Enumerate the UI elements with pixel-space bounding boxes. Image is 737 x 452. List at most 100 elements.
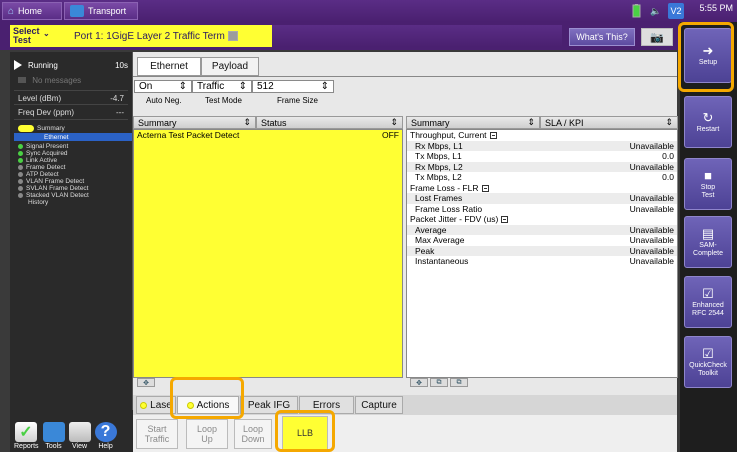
select-arrows-icon: ⇕ xyxy=(665,117,673,127)
expand-icon[interactable]: ✥ xyxy=(410,378,428,387)
running-status[interactable]: Running 10s xyxy=(14,58,128,72)
select-arrows-icon: ⇕ xyxy=(243,117,251,127)
table-row: Lost Frames Unavailable xyxy=(407,193,677,204)
vnc-icon[interactable]: V2 xyxy=(668,3,684,19)
tree-item-summary[interactable]: Summary xyxy=(14,124,132,132)
tree-ethernet-label: Ethernet xyxy=(44,133,69,141)
row-key: Peak xyxy=(415,245,435,256)
group-header[interactable]: Packet Jitter - FDV (us) xyxy=(407,214,677,225)
enhanced-rfc-button[interactable]: ☑ Enhanced RFC 2544 xyxy=(684,276,732,328)
tree-item[interactable]: Frame Detect xyxy=(14,164,132,171)
camera-button[interactable]: 📷 xyxy=(641,28,673,46)
row-key: Frame Loss Ratio xyxy=(415,203,483,214)
row-key: Rx Mbps, L2 xyxy=(415,161,463,172)
frame-size-label: Frame Size xyxy=(277,96,318,105)
tree-item[interactable]: Signal Present xyxy=(14,143,132,150)
tools-label: Tools xyxy=(45,443,62,450)
stop-test-button[interactable]: ■ Stop Test xyxy=(684,158,732,210)
left-summary-select[interactable]: Summary ⇕ xyxy=(133,116,256,129)
row-value: Unavailable xyxy=(629,161,674,172)
group-title: Packet Jitter - FDV (us) xyxy=(410,214,499,224)
tree-item-label: SVLAN Frame Detect xyxy=(26,185,89,192)
rfc-icon: ☑ xyxy=(702,285,714,301)
reports-button[interactable]: ✓ Reports xyxy=(14,422,39,450)
tab-ethernet[interactable]: Ethernet xyxy=(137,57,201,76)
row-value: Unavailable xyxy=(629,140,674,151)
right-sla-select[interactable]: SLA / KPI ⇕ xyxy=(540,116,678,129)
select-test-button[interactable]: Select Test ⌄ xyxy=(10,25,70,47)
vnc-label: V2 xyxy=(670,6,682,16)
frame-size-select[interactable]: 512 ⇕ xyxy=(252,80,334,93)
tree-item[interactable]: VLAN Frame Detect xyxy=(14,178,132,185)
help-button[interactable]: ? Help xyxy=(94,422,117,450)
led-icon xyxy=(18,151,23,156)
row-value: Unavailable xyxy=(629,235,674,245)
loop-down-button[interactable]: Loop Down xyxy=(234,419,272,449)
frame-size-value: 512 xyxy=(257,81,274,92)
home-button[interactable]: ⌂ Home xyxy=(2,2,62,20)
tree-item[interactable]: ATP Detect xyxy=(14,171,132,178)
sam-complete-button[interactable]: ▤ SAM- Complete xyxy=(684,216,732,268)
right-summary-select[interactable]: Summary ⇕ xyxy=(406,116,540,129)
speaker-icon[interactable]: 🔈 xyxy=(648,3,664,19)
whats-this-button[interactable]: What's This? xyxy=(569,28,635,46)
left-summary-label: Summary xyxy=(138,117,177,128)
tree-item-history[interactable]: History xyxy=(14,199,132,206)
select-arrows-icon: ⇕ xyxy=(320,81,329,92)
left-status-select[interactable]: Status ⇕ xyxy=(256,116,403,129)
group-title: Throughput, Current xyxy=(410,130,487,140)
port-title-tab[interactable]: Port 1: 1GigE Layer 2 Traffic Term xyxy=(70,25,272,47)
tree-item[interactable]: Stacked VLAN Detect xyxy=(14,192,132,199)
play-icon xyxy=(14,60,22,70)
transport-label: Transport xyxy=(88,6,127,16)
expand-icon[interactable]: ✥ xyxy=(137,378,155,387)
quickcheck-button[interactable]: ☑ QuickCheck Toolkit xyxy=(684,336,732,388)
transport-button[interactable]: Transport xyxy=(64,2,138,20)
tree-item[interactable]: SVLAN Frame Detect xyxy=(14,185,132,192)
test-mode-select[interactable]: Traffic ⇕ xyxy=(192,80,252,93)
auto-neg-label: Auto Neg. xyxy=(146,96,182,105)
row-key: Max Average xyxy=(415,235,465,245)
home-label: Home xyxy=(18,6,43,16)
actions-tab-highlight xyxy=(170,377,244,419)
sam-complete-label: SAM- Complete xyxy=(693,241,723,257)
restart-label: Restart xyxy=(696,125,720,133)
test-mode-label: Test Mode xyxy=(205,96,242,105)
tree-item[interactable]: Link Active xyxy=(14,157,132,164)
tree-summary-label: Summary xyxy=(37,124,65,132)
loop-up-button[interactable]: Loop Up xyxy=(186,419,228,449)
tree-item[interactable]: Sync Acquired xyxy=(14,150,132,157)
tree-item-label: Sync Acquired xyxy=(26,150,68,157)
tab-band xyxy=(272,25,562,47)
view-button[interactable]: View xyxy=(68,422,91,450)
row-value: 0.0 xyxy=(662,151,674,161)
message-icon xyxy=(18,77,26,83)
freq-value: --- xyxy=(116,107,124,117)
tab-payload[interactable]: Payload xyxy=(201,57,259,76)
collapse-icon[interactable] xyxy=(481,184,489,192)
group-header[interactable]: Frame Loss - FLR xyxy=(407,183,677,194)
table-row: Rx Mbps, L1 Unavailable xyxy=(407,140,677,151)
table-row: Instantaneous Unavailable xyxy=(407,256,677,267)
restart-button[interactable]: ↻ Restart xyxy=(684,96,732,148)
tab-capture[interactable]: Capture xyxy=(355,396,403,414)
paste-icon[interactable]: ⧉ xyxy=(450,378,468,387)
row-value: Unavailable xyxy=(629,245,674,256)
auto-neg-select[interactable]: On ⇕ xyxy=(134,80,192,93)
level-label: Level (dBm) xyxy=(18,94,62,103)
tools-button[interactable]: Tools xyxy=(42,422,65,450)
row-value: Unavailable xyxy=(629,193,674,203)
left-status-label: Status xyxy=(261,117,287,128)
tree-item-ethernet[interactable]: Ethernet xyxy=(14,133,132,141)
group-header[interactable]: Throughput, Current xyxy=(407,130,677,141)
led-icon xyxy=(18,165,23,170)
row-key: Rx Mbps, L1 xyxy=(415,140,463,151)
start-traffic-button[interactable]: Start Traffic xyxy=(136,419,178,449)
close-icon[interactable] xyxy=(227,31,238,41)
list-item: Acterna Test Packet Detect OFF xyxy=(134,130,402,141)
copy-icon[interactable]: ⧉ xyxy=(430,378,448,387)
select-test-label: Select Test xyxy=(13,26,40,45)
port-title-label: Port 1: 1GigE Layer 2 Traffic Term xyxy=(74,30,225,42)
collapse-icon[interactable] xyxy=(501,216,509,223)
collapse-icon[interactable] xyxy=(489,132,497,139)
